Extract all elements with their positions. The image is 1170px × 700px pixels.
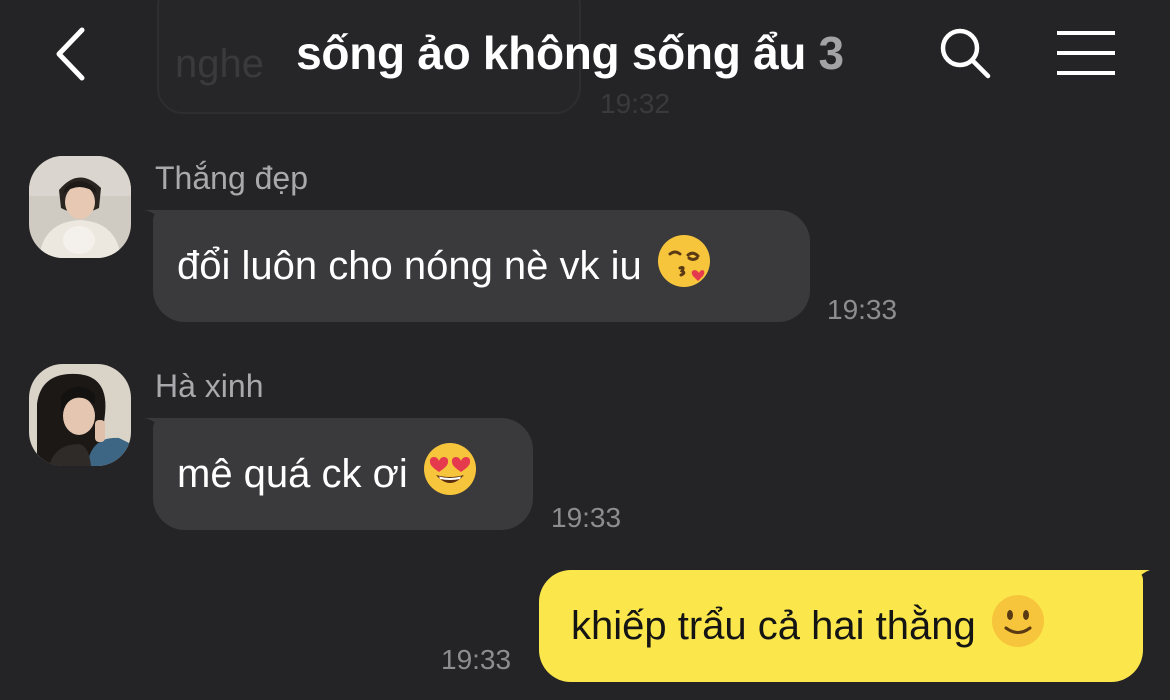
message-bubble[interactable]: mê quá ck ơi bbox=[153, 418, 533, 530]
message-text: đổi luôn cho nóng nè vk iu bbox=[177, 243, 642, 288]
avatar-image bbox=[29, 156, 131, 258]
message-time: 19:33 bbox=[551, 502, 622, 533]
heart-eyes-emoji-icon bbox=[422, 441, 478, 507]
message-time: 19:33 bbox=[827, 294, 898, 325]
slightly-smiling-face-emoji-icon bbox=[990, 593, 1046, 659]
member-count: 3 bbox=[818, 27, 845, 79]
sender-name: Thắng đẹp bbox=[155, 160, 309, 196]
chat-title-text: sống ảo không sống ẩu bbox=[296, 27, 807, 79]
message-bubble[interactable]: đổi luôn cho nóng nè vk iu bbox=[153, 210, 810, 322]
search-icon bbox=[940, 28, 991, 79]
message-text: mê quá ck ơi bbox=[177, 451, 408, 496]
message-time: 19:33 bbox=[441, 644, 512, 675]
avatar-image bbox=[29, 364, 131, 466]
sender-name: Hà xinh bbox=[155, 368, 264, 404]
bubble-tail bbox=[1124, 570, 1150, 590]
hamburger-menu-icon bbox=[1057, 31, 1115, 75]
my-message-bubble[interactable]: khiếp trẩu cả hai thằng bbox=[539, 570, 1143, 682]
avatar-thang[interactable] bbox=[29, 156, 131, 258]
avatar-ha[interactable] bbox=[29, 364, 131, 466]
menu-button[interactable] bbox=[1050, 22, 1122, 84]
chat-header: sống ảo không sống ẩu 3 bbox=[0, 0, 1170, 110]
search-button[interactable] bbox=[932, 20, 998, 86]
message-text: khiếp trẩu cả hai thằng bbox=[571, 603, 976, 648]
kissing-face-with-heart-emoji-icon bbox=[656, 233, 712, 299]
